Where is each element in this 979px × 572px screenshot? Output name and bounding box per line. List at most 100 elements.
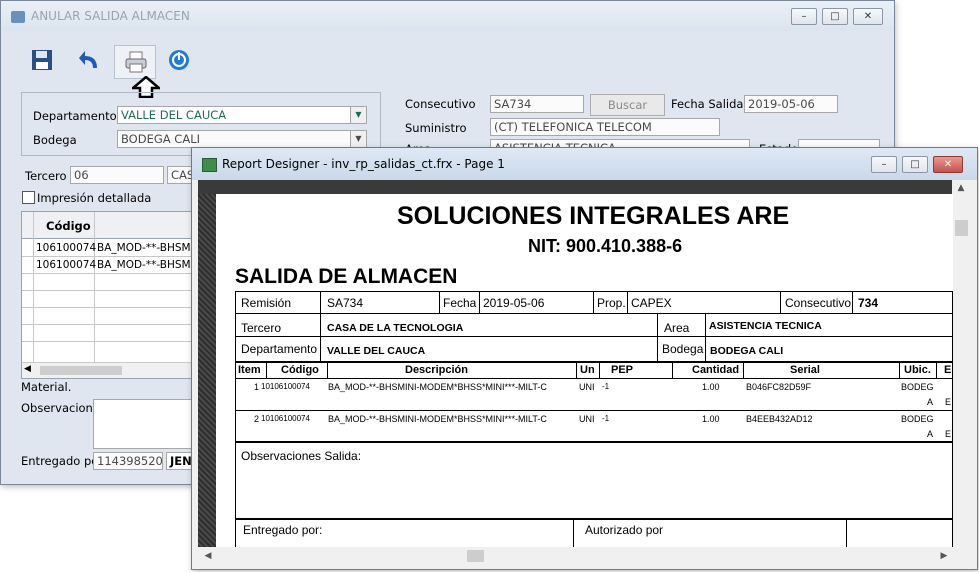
col-serial: Serial <box>790 364 820 376</box>
grid-row-1-desc[interactable]: BA_MOD-**-BHSMI <box>97 242 194 254</box>
observaciones-salida-label: Observaciones Salida: <box>241 449 362 463</box>
floppy-disk-icon[interactable] <box>31 49 53 71</box>
scroll-thumb[interactable] <box>40 366 122 375</box>
report-icon <box>202 158 217 172</box>
minimize-button[interactable]: – <box>871 156 897 173</box>
suministro-label: Suministro <box>405 121 467 135</box>
scroll-right-icon[interactable]: ▶ <box>936 548 952 564</box>
impresion-checkbox[interactable] <box>22 191 35 204</box>
row-2-item: 2 <box>254 414 260 424</box>
prop-label: Prop. <box>597 296 626 310</box>
departamento-select[interactable]: VALLE DEL CAUCA ▼ <box>117 106 367 124</box>
row-1-codigo: 10106100074 <box>261 382 310 391</box>
col-un: Un <box>580 364 595 376</box>
observaciones-textarea[interactable] <box>93 399 205 449</box>
row-1-serial: B046FC82D59F <box>746 382 812 392</box>
report-vertical-scrollbar[interactable]: ▲ <box>953 180 970 547</box>
impresion-label: Impresión detallada <box>37 191 152 205</box>
bodega-select[interactable]: BODEGA CALI ▼ <box>117 130 367 148</box>
bodega-value: BODEGA CALI <box>121 132 200 146</box>
row-2-descripcion: BA_MOD-**-BHSMINI-MODEM*BHSS*MINI***-MIL… <box>328 414 547 424</box>
col-item: Item <box>238 364 261 376</box>
print-button[interactable] <box>114 45 156 79</box>
company-nit: NIT: 900.410.388-6 <box>528 236 683 256</box>
fecha-salida-input[interactable]: 2019-05-06 <box>744 95 838 113</box>
report-designer-window: Report Designer - inv_rp_salidas_ct.frx … <box>191 147 978 570</box>
col-ubic: Ubic. <box>904 364 931 376</box>
col-pep: PEP <box>611 364 634 376</box>
remision-value: SA734 <box>327 296 364 310</box>
row-2-un: UNI <box>579 414 595 424</box>
back-window-title: ANULAR SALIDA ALMACEN <box>31 9 190 23</box>
bodega-label: Bodega <box>33 133 77 147</box>
row-1-cantidad: 1.00 <box>702 382 720 392</box>
suministro-input[interactable]: (CT) TELEFONICA TELECOM <box>490 118 720 136</box>
consecutivo-label: Consecutivo <box>405 97 476 111</box>
col-descripcion: Descripción <box>405 364 468 376</box>
report-titlebar[interactable]: Report Designer - inv_rp_salidas_ct.frx … <box>192 148 977 180</box>
bodega-label: Bodega <box>662 342 704 356</box>
app-icon <box>11 11 25 23</box>
consecutivo-input[interactable]: SA734 <box>490 95 584 113</box>
undo-arrow-icon[interactable] <box>77 48 101 72</box>
departamento-label: Departamento: <box>33 109 121 123</box>
consecutivo-value: 734 <box>858 296 879 310</box>
row-1-ubic: BODEG <box>901 382 934 392</box>
row-1-un: UNI <box>579 382 595 392</box>
departamento-label: Departamento <box>241 342 318 356</box>
maximize-button[interactable]: □ <box>822 8 848 25</box>
scroll-up-icon[interactable]: ▲ <box>953 180 969 196</box>
row-2-codigo: 10106100074 <box>261 414 310 423</box>
report-horizontal-scrollbar[interactable]: ◀ ▶ <box>198 547 970 565</box>
grid-row-2-code[interactable]: 106100074 <box>36 259 96 271</box>
grid-row-1-code[interactable]: 106100074 <box>36 242 96 254</box>
row-1-pep: -1 <box>602 382 610 391</box>
tercero-code-input[interactable]: 06 <box>70 166 164 184</box>
material-grid[interactable]: Código 106100074 BA_MOD-**-BHSMI 1061000… <box>21 211 203 379</box>
close-button[interactable]: ✕ <box>853 8 883 25</box>
close-button[interactable]: ✕ <box>933 156 963 173</box>
document-title: SALIDA DE ALMACEN <box>235 265 458 288</box>
page-top-border <box>198 180 952 194</box>
row-2-ubic: BODEG <box>901 414 934 424</box>
scroll-left-icon[interactable]: ◀ <box>200 548 216 564</box>
vertical-scroll-thumb[interactable] <box>955 220 968 236</box>
col-cantidad: Cantidad <box>692 364 740 376</box>
tercero-label: Tercero <box>25 169 67 183</box>
bodega-value: BODEGA CALI <box>710 345 784 357</box>
row-2-cantidad: 1.00 <box>702 414 720 424</box>
row-2-ubic-2: A <box>927 429 934 439</box>
entregado-id-input[interactable]: 1143985209 <box>93 452 163 470</box>
scroll-left-icon[interactable]: ◀ <box>24 364 31 374</box>
horizontal-scroll-thumb[interactable] <box>467 550 484 562</box>
chevron-down-icon[interactable]: ▼ <box>350 107 366 123</box>
fecha-label: Fecha <box>443 296 477 310</box>
row-1-es: E <box>945 397 952 407</box>
printer-icon <box>125 51 147 76</box>
row-1-item: 1 <box>254 382 260 392</box>
material-label: Material. <box>21 380 72 394</box>
autorizado-por-label: Autorizado por <box>585 523 664 537</box>
page-left-border <box>198 180 216 547</box>
row-2-serial: B4EEB432AD12 <box>746 414 813 424</box>
row-1-ubic-2: A <box>927 397 934 407</box>
back-titlebar[interactable]: ANULAR SALIDA ALMACEN – □ ✕ <box>1 1 894 31</box>
entregado-por-label: Entregado por: <box>243 523 323 537</box>
minimize-button[interactable]: – <box>791 8 817 25</box>
departamento-value: VALLE DEL CAUCA <box>327 345 426 357</box>
grid-header-codigo[interactable]: Código <box>46 219 91 233</box>
maximize-button[interactable]: □ <box>902 156 928 173</box>
remision-label: Remisión <box>241 296 292 310</box>
power-icon[interactable] <box>167 48 191 72</box>
company-name: SOLUCIONES INTEGRALES ARE <box>397 202 790 230</box>
report-page: SOLUCIONES INTEGRALES ARE NIT: 900.410.3… <box>216 194 953 547</box>
fecha-value: 2019-05-06 <box>483 296 545 310</box>
grid-row-2-desc[interactable]: BA_MOD-**-BHSMI <box>97 259 194 271</box>
area-value: ASISTENCIA TECNICA <box>709 320 822 332</box>
buscar-button[interactable]: Buscar <box>590 94 665 116</box>
grid-horizontal-scrollbar[interactable]: ◀ <box>22 362 202 378</box>
prop-value: CAPEX <box>631 296 672 310</box>
tercero-value: CASA DE LA TECNOLOGIA <box>327 322 464 334</box>
chevron-down-icon[interactable]: ▼ <box>350 131 366 147</box>
row-2-pep: -1 <box>602 414 610 423</box>
